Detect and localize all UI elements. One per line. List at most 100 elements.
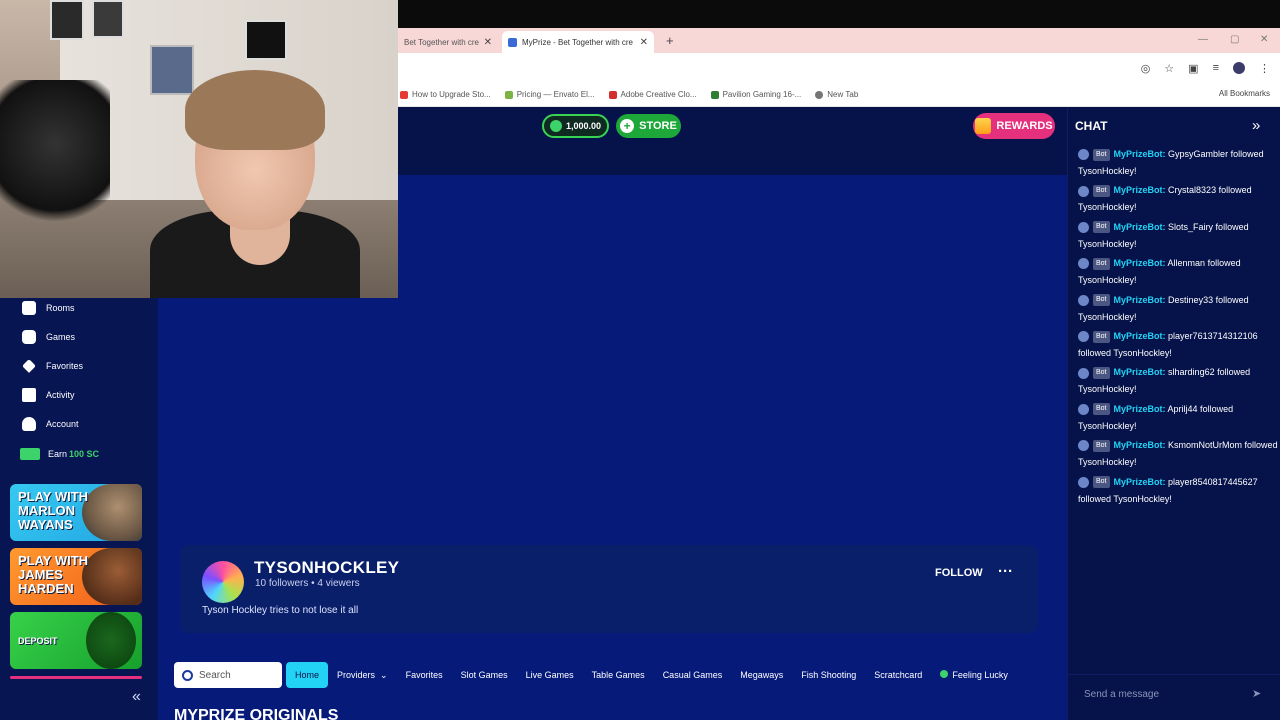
sidebar-item-earn[interactable]: Earn 100 SC — [20, 445, 99, 463]
bookmarks-bar: How to Upgrade Sto... Pricing — Envato E… — [398, 83, 1280, 107]
rewards-button[interactable]: REWARDS — [973, 113, 1055, 139]
chevrons-right-icon[interactable]: » — [1252, 117, 1260, 134]
chat-input-placeholder: Send a message — [1084, 689, 1160, 700]
bookmark-item[interactable]: New Tab — [815, 90, 858, 99]
store-label: STORE — [639, 120, 677, 132]
chat-message: Bot MyPrizeBot: Aprilj44 followed TysonHo… — [1078, 401, 1278, 435]
tab-live-games[interactable]: Live Games — [517, 670, 583, 680]
sidebar-item-label: Favorites — [46, 361, 84, 371]
tab-table-games[interactable]: Table Games — [583, 670, 654, 680]
bookmark-favicon-icon — [400, 90, 408, 99]
eye-off-icon[interactable]: ◎ — [1141, 62, 1151, 75]
bookmark-item[interactable]: Pavilion Gaming 16-... — [710, 90, 801, 99]
tab-feeling-lucky[interactable]: Feeling Lucky — [931, 670, 1017, 680]
chat-input[interactable]: Send a message ➤ — [1068, 674, 1280, 720]
search-icon — [182, 669, 193, 681]
bot-badge: Bot — [1093, 148, 1110, 161]
bookmark-item[interactable]: Pricing — Envato El... — [504, 90, 595, 99]
bot-badge: Bot — [1093, 367, 1110, 380]
tab-feeling-lucky-label: Feeling Lucky — [952, 670, 1008, 680]
streamer-name: TYSONHOCKLEY — [254, 558, 400, 577]
user-icon — [22, 417, 36, 431]
bot-badge: Bot — [1093, 221, 1110, 234]
bookmark-favicon-icon — [504, 90, 513, 99]
sidebar-item-rooms[interactable]: Rooms — [22, 299, 75, 317]
tab-scratchcard[interactable]: Scratchcard — [865, 670, 931, 680]
rewards-label: REWARDS — [996, 120, 1053, 132]
browser-tabbar: Bet Together with cre ✕ MyPrize - Bet To… — [398, 28, 1280, 53]
close-icon[interactable]: ✕ — [484, 37, 492, 48]
browser-tab-active[interactable]: MyPrize - Bet Together with cre ✕ — [502, 31, 654, 53]
profile-avatar[interactable] — [1233, 62, 1245, 74]
tab-casual-games[interactable]: Casual Games — [654, 670, 732, 680]
chat-username[interactable]: MyPrizeBot: — [1114, 331, 1166, 341]
chat-username[interactable]: MyPrizeBot: — [1114, 149, 1166, 159]
tab-megaways[interactable]: Megaways — [731, 670, 792, 680]
store-button[interactable]: + STORE — [616, 114, 681, 138]
bookmark-item[interactable]: Adobe Creative Clo... — [608, 90, 697, 99]
extensions-icon[interactable]: ▣ — [1188, 62, 1198, 75]
balance-pill[interactable]: 1,000.00 — [542, 114, 609, 138]
maximize-icon[interactable]: ▢ — [1230, 34, 1239, 45]
streamer-profile-card: TYSONHOCKLEY 10 followers • 4 viewers Ty… — [180, 545, 1038, 633]
tab-fish-shooting[interactable]: Fish Shooting — [792, 670, 865, 680]
window-close-icon[interactable]: ✕ — [1260, 34, 1268, 45]
bookmark-favicon-icon — [710, 90, 719, 99]
media-icon[interactable]: ≡ — [1213, 62, 1219, 75]
browser-tab-inactive[interactable]: Bet Together with cre ✕ — [398, 31, 498, 53]
bookmark-label: New Tab — [827, 90, 859, 99]
promo-banner-deposit[interactable]: DEPOSIT — [10, 612, 142, 669]
new-tab-button[interactable]: + — [666, 33, 674, 48]
tab-title: MyPrize - Bet Together with cre — [522, 37, 634, 47]
section-title: MYPRIZE ORIGINALS — [174, 707, 339, 720]
tab-home[interactable]: Home — [286, 662, 329, 688]
bookmark-item[interactable]: How to Upgrade Sto... — [400, 90, 491, 99]
follow-button[interactable]: FOLLOW — [935, 567, 983, 579]
tab-favorites[interactable]: Favorites — [397, 670, 452, 680]
promo-banner-harden[interactable]: PLAY WITH JAMES HARDEN — [10, 548, 142, 605]
star-icon[interactable]: ☆ — [1164, 62, 1174, 75]
chat-message: Bot MyPrizeBot: Allenman followed TysonHo… — [1078, 255, 1278, 289]
promo-banner-partial[interactable] — [10, 676, 142, 679]
site-favicon-icon — [508, 37, 517, 47]
bot-avatar-icon — [1078, 185, 1089, 197]
address-bar-actions: ◎ ☆ ▣ ≡ ⋮ — [1141, 62, 1270, 75]
address-bar[interactable]: ◎ ☆ ▣ ≡ ⋮ — [398, 53, 1280, 83]
tab-slot-games[interactable]: Slot Games — [452, 670, 517, 680]
promo-text: PLAY WITH MARLON WAYANS — [18, 489, 89, 532]
streamer-avatar[interactable] — [202, 561, 244, 603]
menu-icon[interactable]: ⋮ — [1259, 62, 1270, 75]
bot-badge: Bot — [1093, 403, 1110, 416]
all-bookmarks-button[interactable]: All Bookmarks — [1219, 89, 1270, 98]
tab-providers[interactable]: Providers ⌄ — [328, 670, 397, 681]
close-icon[interactable]: ✕ — [640, 37, 648, 48]
sidebar-item-favorites[interactable]: Favorites — [22, 357, 83, 375]
bot-avatar-icon — [1078, 149, 1089, 161]
chat-message: Bot MyPrizeBot: slharding62 followed Tyso… — [1078, 364, 1278, 398]
chat-username[interactable]: MyPrizeBot: — [1114, 404, 1166, 414]
bot-badge: Bot — [1093, 476, 1110, 489]
gift-icon — [975, 118, 992, 134]
collapse-sidebar-icon[interactable]: « — [132, 688, 141, 706]
chat-username[interactable]: MyPrizeBot: — [1114, 440, 1166, 450]
send-icon[interactable]: ➤ — [1252, 687, 1261, 700]
sidebar-item-games[interactable]: Games — [22, 328, 75, 346]
bot-avatar-icon — [1078, 476, 1089, 488]
chat-username[interactable]: MyPrizeBot: — [1114, 258, 1166, 268]
chat-username[interactable]: MyPrizeBot: — [1114, 295, 1166, 305]
more-options-icon[interactable]: ··· — [998, 563, 1013, 580]
promo-banner-marlon[interactable]: PLAY WITH MARLON WAYANS — [10, 484, 142, 541]
cash-icon — [20, 448, 40, 460]
chat-username[interactable]: MyPrizeBot: — [1114, 367, 1166, 377]
chat-username[interactable]: MyPrizeBot: — [1114, 222, 1166, 232]
microphone-image — [0, 80, 110, 240]
chevron-down-icon: ⌄ — [380, 669, 388, 680]
promo-text: PLAY WITH JAMES HARDEN — [18, 553, 89, 596]
sidebar-item-label: Activity — [46, 390, 75, 400]
chat-username[interactable]: MyPrizeBot: — [1114, 185, 1166, 195]
sidebar-item-activity[interactable]: Activity — [22, 386, 75, 404]
chat-username[interactable]: MyPrizeBot: — [1114, 477, 1166, 487]
search-input[interactable]: Search — [174, 662, 282, 688]
sidebar-item-account[interactable]: Account — [22, 415, 79, 433]
minimize-icon[interactable]: — — [1198, 34, 1208, 45]
